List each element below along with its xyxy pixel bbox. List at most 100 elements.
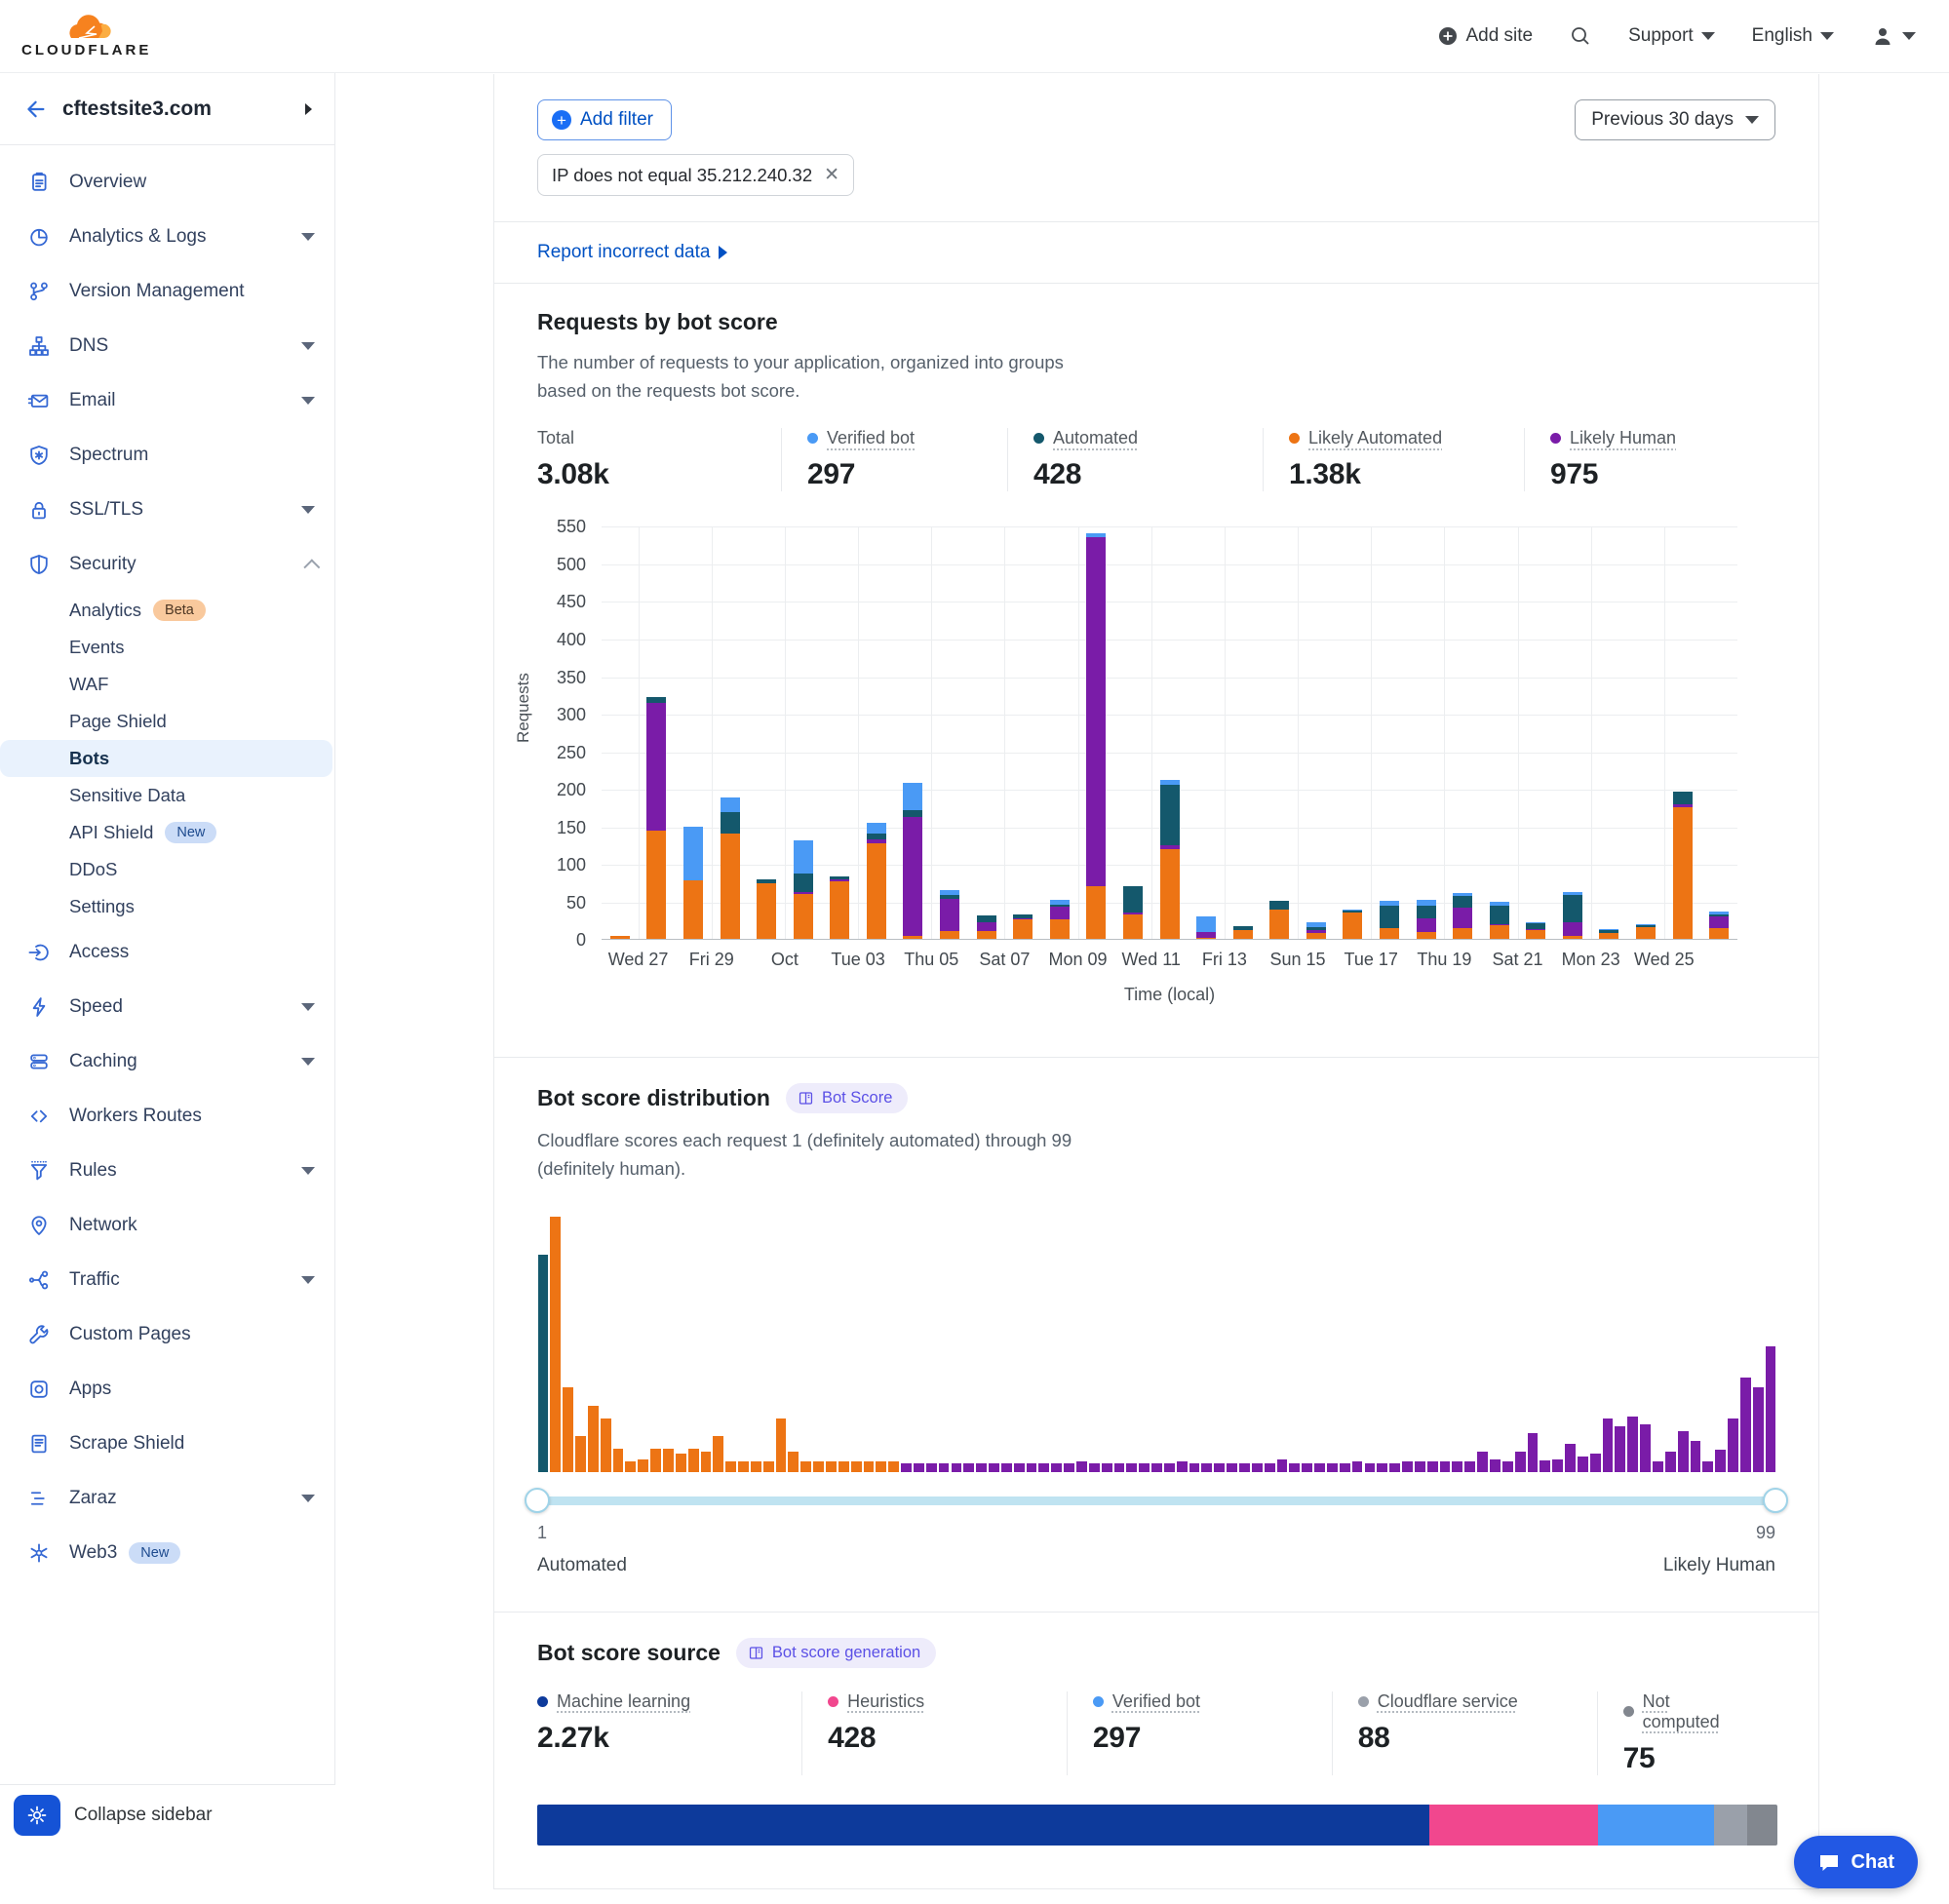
stacked-bar[interactable] xyxy=(683,827,703,940)
stacked-bar[interactable] xyxy=(1563,892,1582,940)
back-arrow-icon[interactable] xyxy=(23,97,47,121)
sidebar-item-version-management[interactable]: Version Management xyxy=(0,264,334,319)
slider-track[interactable] xyxy=(537,1496,1775,1505)
bar-segment-likely_automated xyxy=(1490,925,1509,939)
stat-label[interactable]: Machine learning xyxy=(557,1691,690,1712)
sidebar-subitem-ddos[interactable]: DDoS xyxy=(0,851,334,888)
stacked-bar[interactable] xyxy=(1050,900,1070,939)
account-menu[interactable] xyxy=(1871,24,1916,48)
stacked-bar[interactable] xyxy=(721,797,740,939)
stacked-bar[interactable] xyxy=(1636,924,1656,939)
sidebar-item-workers-routes[interactable]: Workers Routes xyxy=(0,1089,334,1144)
histogram-bar-score-43 xyxy=(1064,1463,1074,1472)
stacked-bar[interactable] xyxy=(1306,922,1326,939)
bar-segment-automated xyxy=(1417,906,1436,918)
stat-label[interactable]: Verified bot xyxy=(827,428,915,448)
support-menu[interactable]: Support xyxy=(1628,25,1715,47)
stacked-bar[interactable] xyxy=(794,840,813,940)
stat-label[interactable]: Cloudflare service xyxy=(1378,1691,1518,1712)
stacked-bar[interactable] xyxy=(1123,886,1143,940)
search-button[interactable] xyxy=(1570,25,1591,47)
stacked-bar[interactable] xyxy=(757,879,776,939)
bot-score-doc-badge[interactable]: Bot Score xyxy=(786,1083,908,1113)
stacked-bar[interactable] xyxy=(1673,792,1693,939)
stacked-bar[interactable] xyxy=(1380,901,1399,939)
source-stacked-bar[interactable] xyxy=(537,1805,1777,1846)
add-site-button[interactable]: Add site xyxy=(1438,25,1533,47)
sidebar-subitem-analytics[interactable]: AnalyticsBeta xyxy=(0,592,334,629)
stat-label[interactable]: Likely Automated xyxy=(1308,428,1442,448)
sidebar-item-traffic[interactable]: Traffic xyxy=(0,1253,334,1307)
add-filter-button[interactable]: + Add filter xyxy=(537,99,672,140)
sidebar-item-analytics-logs[interactable]: Analytics & Logs xyxy=(0,210,334,264)
stat-label[interactable]: Heuristics xyxy=(847,1691,924,1712)
chat-button[interactable]: Chat xyxy=(1794,1836,1918,1888)
stacked-bar[interactable] xyxy=(903,783,922,939)
sidebar-subitem-settings[interactable]: Settings xyxy=(0,888,334,925)
bot-score-histogram[interactable] xyxy=(537,1217,1775,1472)
stacked-bar[interactable] xyxy=(1160,780,1180,939)
stacked-bar[interactable] xyxy=(1417,900,1436,939)
bar-segment-verified xyxy=(903,783,922,810)
sidebar-item-spectrum[interactable]: Spectrum xyxy=(0,428,334,483)
section-title: Bot score distribution xyxy=(537,1085,770,1111)
sidebar-item-access[interactable]: Access xyxy=(0,925,334,980)
sidebar-subitem-waf[interactable]: WAF xyxy=(0,666,334,703)
bar-segment-likely_automated xyxy=(1343,913,1362,939)
stacked-bar[interactable] xyxy=(1269,901,1289,939)
stacked-bar[interactable] xyxy=(867,823,886,939)
sidebar-item-security[interactable]: Security xyxy=(0,537,334,592)
stacked-bar[interactable] xyxy=(1343,910,1362,940)
sidebar-item-overview[interactable]: Overview xyxy=(0,155,334,210)
stacked-bar[interactable] xyxy=(1013,914,1033,939)
collapse-sidebar-label[interactable]: Collapse sidebar xyxy=(74,1805,213,1826)
language-menu[interactable]: English xyxy=(1752,25,1834,47)
stat-label[interactable]: Automated xyxy=(1053,428,1138,448)
stacked-bar[interactable] xyxy=(1526,922,1545,939)
requests-bar-chart[interactable]: 050100150200250300350400450500550Wed 27F… xyxy=(537,526,1775,1024)
legend-dot xyxy=(1550,433,1561,444)
sidebar-item-ssl-tls[interactable]: SSL/TLS xyxy=(0,483,334,537)
stacked-bar[interactable] xyxy=(830,876,849,940)
stat-label[interactable]: Likely Human xyxy=(1570,428,1676,448)
stacked-bar[interactable] xyxy=(610,936,630,940)
sidebar-item-rules[interactable]: Rules xyxy=(0,1144,334,1198)
date-range-select[interactable]: Previous 30 days xyxy=(1575,99,1775,140)
sidebar-item-dns[interactable]: DNS xyxy=(0,319,334,373)
stat-label[interactable]: Verified bot xyxy=(1112,1691,1200,1712)
stacked-bar[interactable] xyxy=(940,890,959,939)
sidebar-item-network[interactable]: Network xyxy=(0,1198,334,1253)
sidebar-item-zaraz[interactable]: Zaraz xyxy=(0,1471,334,1526)
sidebar-subitem-events[interactable]: Events xyxy=(0,629,334,666)
stat-label[interactable]: Not computed xyxy=(1643,1691,1748,1732)
sidebar-item-speed[interactable]: Speed xyxy=(0,980,334,1034)
stacked-bar[interactable] xyxy=(1086,533,1106,939)
sidebar-item-custom-pages[interactable]: Custom Pages xyxy=(0,1307,334,1362)
sidebar-subitem-bots[interactable]: Bots xyxy=(0,740,332,777)
bot-score-generation-doc-badge[interactable]: Bot score generation xyxy=(736,1638,936,1668)
sidebar-subitem-sensitive-data[interactable]: Sensitive Data xyxy=(0,777,334,814)
stacked-bar[interactable] xyxy=(977,915,996,939)
stacked-bar[interactable] xyxy=(646,697,666,939)
stacked-bar[interactable] xyxy=(1490,902,1509,940)
cloudflare-logo[interactable]: CLOUDFLARE xyxy=(21,15,151,58)
stacked-bar[interactable] xyxy=(1453,893,1472,940)
stacked-bar[interactable] xyxy=(1233,926,1253,939)
chevron-right-icon[interactable] xyxy=(301,101,315,117)
sidebar-item-scrape-shield[interactable]: Scrape Shield xyxy=(0,1417,334,1471)
stacked-bar[interactable] xyxy=(1196,916,1216,939)
stacked-bar[interactable] xyxy=(1709,912,1729,940)
sidebar-subitem-page-shield[interactable]: Page Shield xyxy=(0,703,334,740)
stacked-bar[interactable] xyxy=(1599,929,1618,940)
sidebar-subitem-api-shield[interactable]: API ShieldNew xyxy=(0,814,334,851)
remove-filter-icon[interactable]: ✕ xyxy=(824,164,839,186)
sidebar-item-email[interactable]: Email xyxy=(0,373,334,428)
sidebar-item-apps[interactable]: Apps xyxy=(0,1362,334,1417)
slider-handle-min[interactable] xyxy=(525,1488,550,1513)
filter-chip[interactable]: IP does not equal 35.212.240.32 ✕ xyxy=(537,154,854,196)
settings-gear-button[interactable] xyxy=(14,1795,60,1836)
sidebar-item-web3[interactable]: Web3New xyxy=(0,1526,334,1580)
slider-handle-max[interactable] xyxy=(1763,1488,1788,1513)
report-incorrect-data-link[interactable]: Report incorrect data xyxy=(537,242,727,263)
sidebar-item-caching[interactable]: Caching xyxy=(0,1034,334,1089)
